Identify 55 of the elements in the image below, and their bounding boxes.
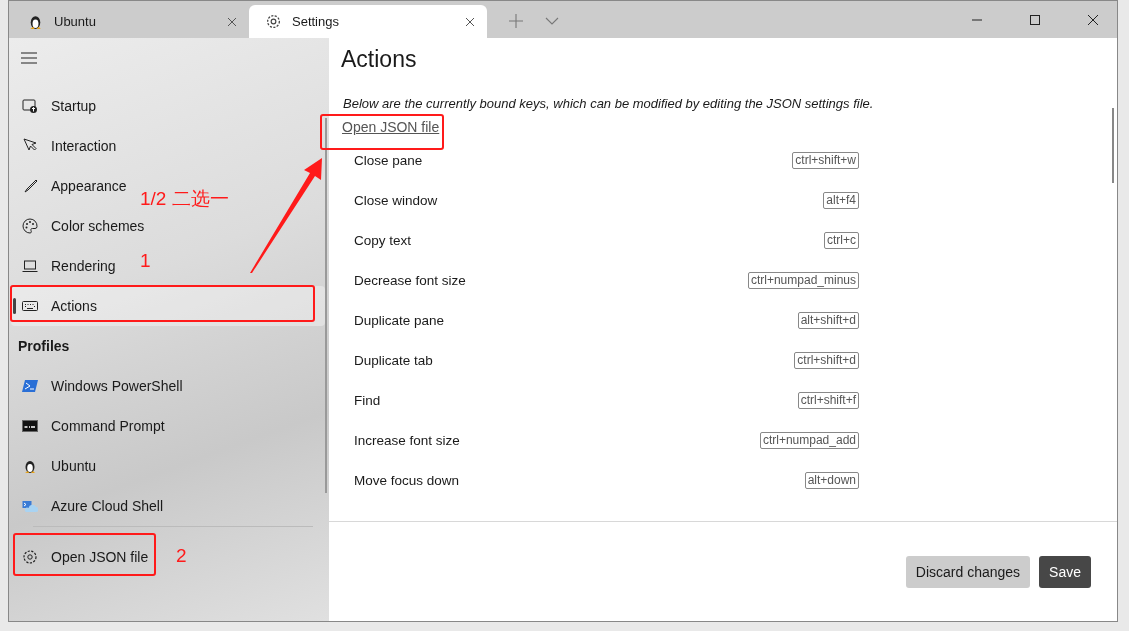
discard-button[interactable]: Discard changes: [905, 555, 1031, 588]
save-button[interactable]: Save: [1039, 555, 1091, 588]
action-name: Close pane: [354, 152, 423, 168]
maximize-icon[interactable]: [1029, 14, 1041, 26]
tab[interactable]: Settings: [249, 5, 487, 38]
keyboard-icon: [22, 298, 38, 314]
key-binding: ctrl+numpad_add: [759, 431, 859, 449]
annotation-label: 1: [140, 250, 151, 272]
scrollbar[interactable]: [325, 118, 327, 493]
sidebar-item[interactable]: Interaction: [11, 126, 125, 166]
action-name: Close window: [354, 192, 438, 208]
action-name: Find: [354, 392, 381, 408]
palette-icon: [22, 218, 38, 234]
tab[interactable]: Ubuntu: [11, 5, 249, 38]
section-header: Profiles: [17, 337, 71, 356]
new-tab-icon[interactable]: [509, 14, 523, 28]
action-name: Duplicate pane: [354, 312, 445, 328]
open-json-link[interactable]: Open JSON file: [342, 119, 440, 135]
brush-icon: [22, 178, 38, 194]
open-json-item[interactable]: Open JSON file: [11, 537, 157, 577]
page-title: Actions: [341, 46, 418, 74]
action-name: Increase font size: [354, 432, 460, 448]
key-binding: alt+shift+d: [797, 311, 859, 329]
key-binding: ctrl+shift+f: [797, 391, 859, 409]
menu-icon[interactable]: [21, 52, 37, 64]
action-name: Move focus down: [354, 472, 460, 488]
settings-icon: [22, 549, 38, 565]
description: Below are the currently bound keys, which can be modified by editing the JSON settings file.: [343, 96, 875, 111]
key-binding: ctrl+shift+d: [794, 351, 859, 369]
terminal-icon: [22, 378, 38, 394]
close-tab-icon[interactable]: [227, 16, 237, 27]
key-binding: ctrl+shift+w: [792, 151, 859, 169]
action-name: Copy text: [354, 232, 412, 248]
key-binding: ctrl+c: [824, 231, 859, 249]
close-tab-icon[interactable]: [465, 16, 475, 27]
sidebar-item[interactable]: Azure Cloud Shell: [11, 486, 172, 526]
sidebar-item[interactable]: Command Prompt: [11, 406, 173, 446]
console-icon: [22, 418, 38, 434]
sidebar-item[interactable]: Windows PowerShell: [11, 366, 191, 406]
annotation-label: 2: [176, 545, 187, 567]
key-binding: alt+down: [804, 471, 859, 489]
sidebar-item[interactable]: Rendering: [11, 246, 124, 286]
settings-icon: [265, 13, 282, 30]
sidebar-item[interactable]: Startup: [11, 86, 105, 126]
sidebar-item[interactable]: Actions: [11, 286, 325, 326]
key-binding: alt+f4: [823, 191, 859, 209]
sidebar-item[interactable]: Appearance: [11, 166, 135, 206]
key-binding: ctrl+numpad_minus: [747, 271, 859, 289]
cloud-terminal-icon: [22, 498, 38, 514]
sidebar-item[interactable]: Ubuntu: [11, 446, 105, 486]
action-name: Decrease font size: [354, 272, 466, 288]
scrollbar[interactable]: [1112, 108, 1114, 183]
laptop-icon: [22, 258, 38, 274]
close-icon[interactable]: [1087, 14, 1099, 26]
action-name: Duplicate tab: [354, 352, 433, 368]
